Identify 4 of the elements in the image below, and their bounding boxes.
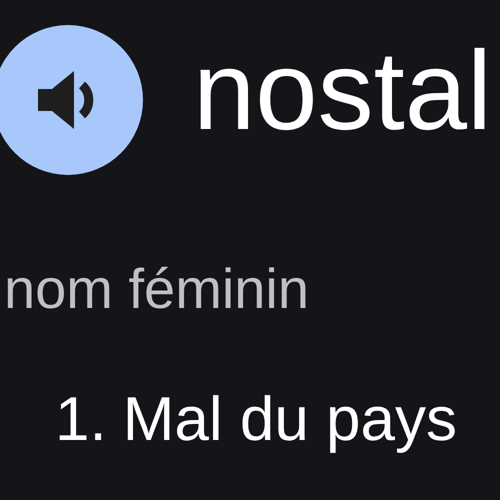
part-of-speech: nom féminin bbox=[4, 261, 310, 317]
headword: nostal bbox=[193, 35, 492, 147]
definition-number: 1. bbox=[55, 389, 107, 451]
definition-text: Mal du pays bbox=[122, 389, 457, 451]
